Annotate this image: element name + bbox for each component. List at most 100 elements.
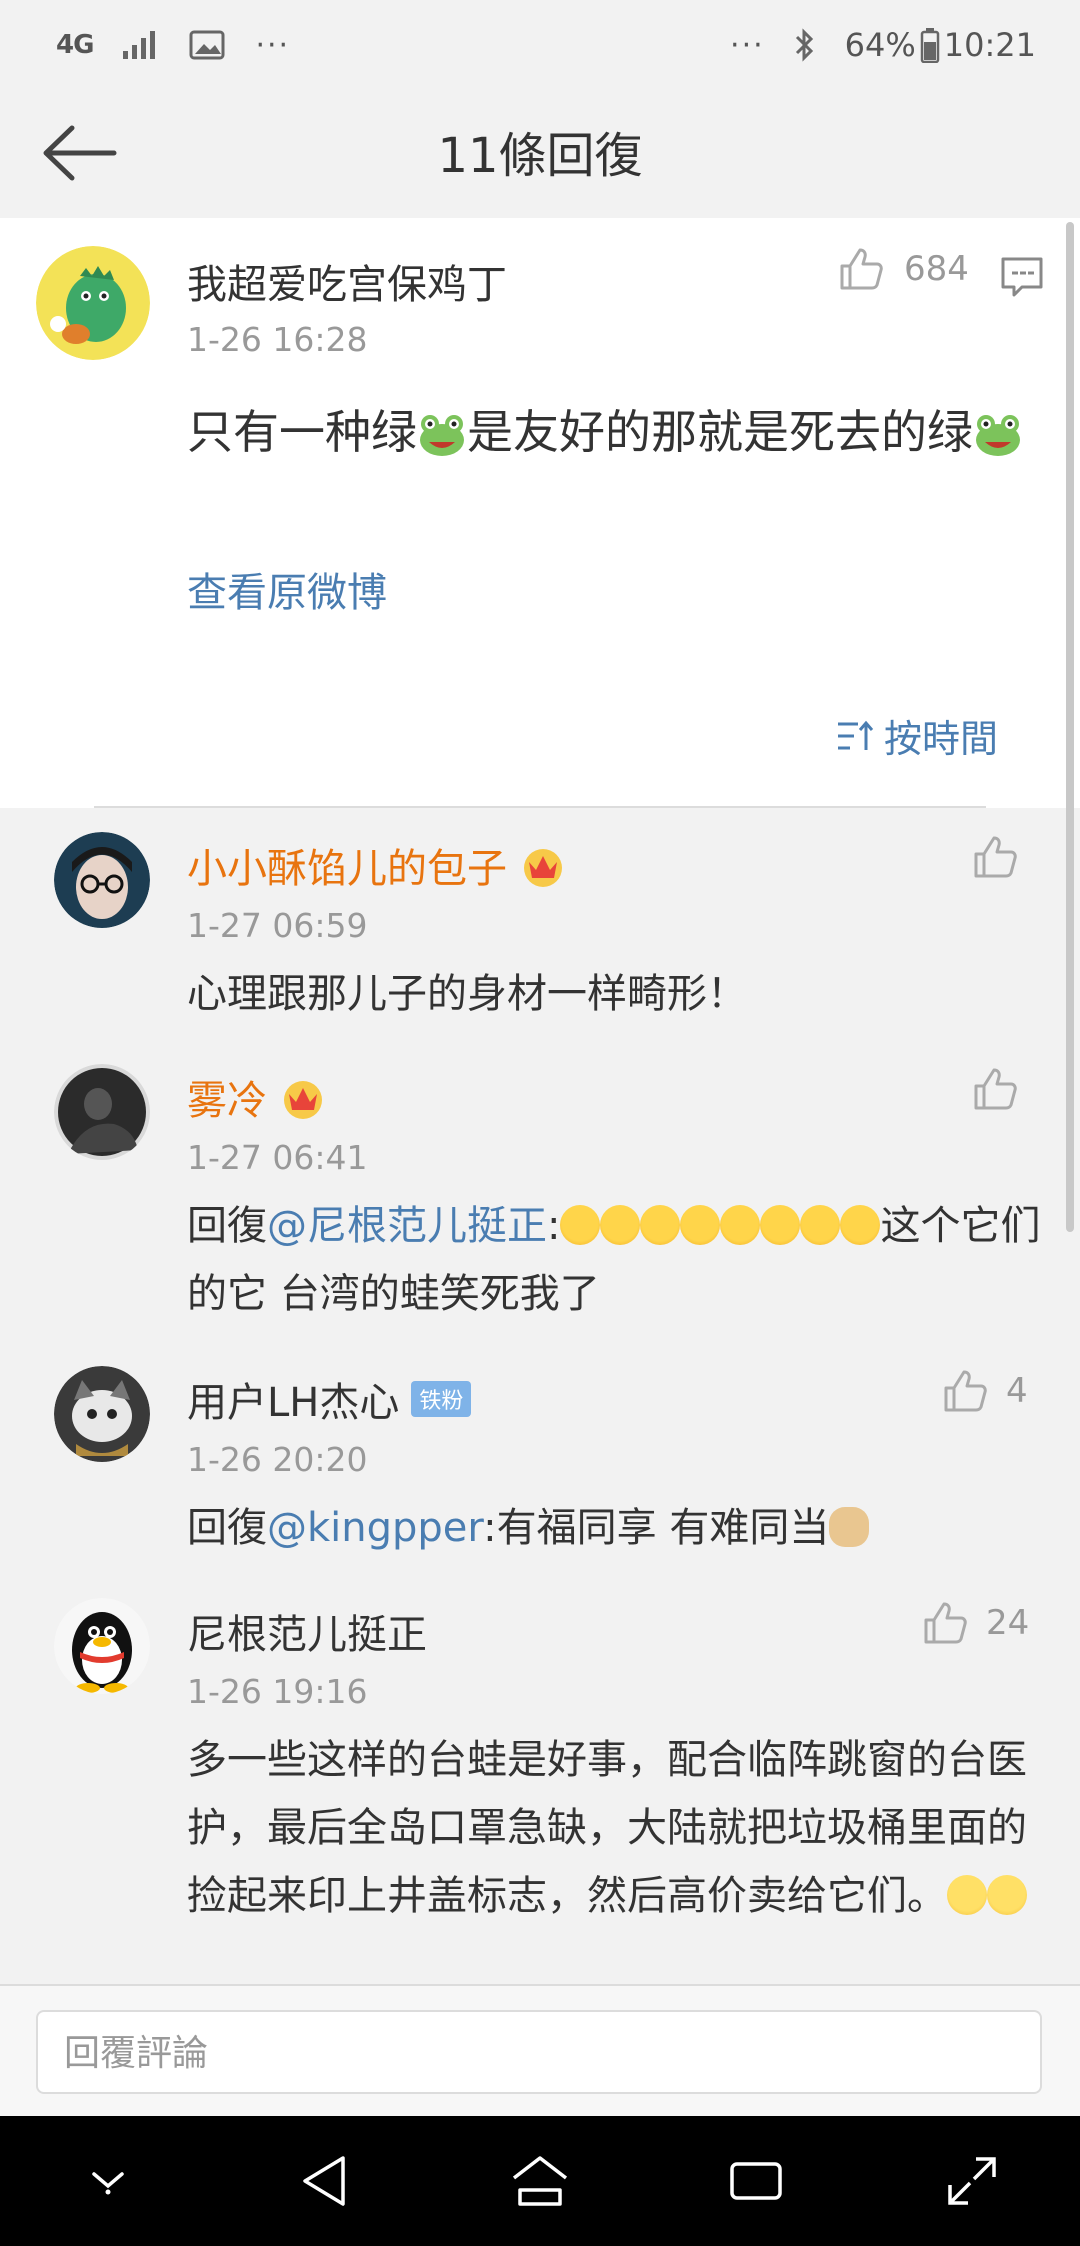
laughing-tears-emoji-icon: [760, 1205, 801, 1245]
post-author-name[interactable]: 我超爱吃宫保鸡丁: [187, 252, 507, 310]
avatar[interactable]: [54, 1064, 150, 1160]
more-notifications-icon: ···: [255, 27, 291, 63]
reply-author-name[interactable]: 小小酥馅儿的包子: [187, 836, 567, 894]
expand-nav-button[interactable]: [932, 2141, 1012, 2221]
clock: 10:21: [943, 26, 1036, 64]
sort-label: 按時間: [884, 717, 999, 761]
laughing-tears-emoji-icon: [560, 1205, 601, 1245]
reply-content: 回復@kingpper:有福同享 有难同当: [187, 1494, 1047, 1562]
signal-icon: [121, 29, 161, 61]
reply-time: 1-27 06:41: [187, 1138, 368, 1177]
reply-content: 多一些这样的台蛙是好事，配合临阵跳窗的台医护，最后全岛口罩急缺，大陆就把垃圾桶里…: [187, 1726, 1047, 1930]
post-text-part2: 是友好的那就是死去的绿: [467, 405, 973, 459]
post-like-count: 684: [904, 249, 969, 289]
penguin-avatar-image: [54, 1598, 150, 1694]
reply-item: 尼根范儿挺正 1-26 19:16 24 多一些这样的台蛙是好事，配合临阵跳窗的…: [0, 1574, 1080, 1984]
reply-prefix: 回復: [187, 1203, 267, 1249]
reply-prefix: 回復: [187, 1505, 267, 1551]
chevron-down-icon: [92, 2172, 124, 2195]
header: 11條回復: [0, 90, 1080, 220]
expand-icon: [948, 2157, 996, 2205]
post-text-part1: 只有一种绿: [187, 405, 417, 459]
smile-emoji-icon: [987, 1875, 1027, 1915]
mention-link[interactable]: @尼根范儿挺正: [267, 1203, 547, 1249]
avatar[interactable]: [54, 832, 150, 928]
main-post: 我超爱吃宫保鸡丁 1-26 16:28 684 只有一种绿 是友好的那就是死去的绿…: [0, 218, 1080, 808]
home-icon: [512, 2156, 568, 2206]
fan-badge: 铁粉: [411, 1381, 472, 1417]
reply-colon: :: [547, 1203, 561, 1249]
reply-author-text: 雾冷: [187, 1078, 267, 1124]
reply-like-button[interactable]: [972, 834, 1018, 880]
view-original-link[interactable]: 查看原微博: [187, 560, 387, 618]
cat-avatar-image: [54, 1366, 150, 1462]
thumbs-up-icon: [924, 1602, 967, 1644]
thumbs-up-icon: [974, 836, 1017, 878]
page-title: 11條回復: [437, 128, 643, 184]
laughing-tears-emoji-icon: [840, 1205, 881, 1245]
avatar[interactable]: [54, 1366, 150, 1462]
laughing-tears-emoji-icon: [600, 1205, 641, 1245]
laughing-tears-emoji-icon: [680, 1205, 721, 1245]
reply-time: 1-26 19:16: [187, 1672, 368, 1711]
frog-emoji-icon: [976, 415, 1020, 456]
hide-nav-button[interactable]: [68, 2141, 148, 2221]
reply-author-text: 小小酥馅儿的包子: [187, 846, 507, 892]
scrollbar[interactable]: [1066, 222, 1074, 1232]
dinosaur-avatar-image: [36, 246, 150, 360]
reply-author-name[interactable]: 雾冷: [187, 1068, 327, 1126]
post-content: 只有一种绿 是友好的那就是死去的绿: [187, 398, 1047, 466]
reply-time: 1-26 20:20: [187, 1440, 368, 1479]
vip-crown-icon: [284, 1081, 322, 1119]
home-nav-button[interactable]: [500, 2141, 580, 2221]
reply-author-name[interactable]: 用户LH杰心 铁粉: [187, 1370, 472, 1428]
thumbs-up-icon: [840, 248, 883, 290]
recents-icon: [730, 2162, 782, 2200]
reply-content: 心理跟那儿子的身材一样畸形！: [187, 971, 747, 1017]
system-nav-bar: [0, 2116, 1080, 2246]
bluetooth-icon: [793, 27, 817, 63]
reply-input-bar: 回覆評論: [0, 1984, 1080, 2118]
post-like-button[interactable]: 684: [838, 246, 969, 292]
thumbs-up-icon: [944, 1370, 987, 1412]
status-bar: 4G ··· ··· 64% 10:21: [0, 0, 1080, 90]
person-avatar-image: [54, 1064, 150, 1160]
screen: 4G ··· ··· 64% 10:21 11條回復 我超爱吃宫保鸡丁 1-26…: [0, 0, 1080, 2246]
battery-percent: 64%: [844, 26, 916, 64]
avatar[interactable]: [36, 246, 150, 360]
mention-link[interactable]: @kingpper: [267, 1505, 483, 1551]
reply-text: 多一些这样的台蛙是好事，配合临阵跳窗的台医护，最后全岛口罩急缺，大陆就把垃圾桶里…: [187, 1737, 1027, 1919]
reply-like-button[interactable]: 24: [922, 1600, 1029, 1646]
thumbs-up-icon: [974, 1068, 1017, 1110]
network-indicator: 4G: [56, 30, 94, 60]
comment-icon: [1001, 257, 1043, 297]
reply-author-name[interactable]: 尼根范儿挺正: [187, 1602, 427, 1660]
doge-emoji-icon: [829, 1507, 870, 1547]
reply-input[interactable]: 回覆評論: [36, 2010, 1042, 2094]
battery-icon: [920, 27, 940, 63]
reply-item: 用户LH杰心 铁粉 1-26 20:20 4 回復@kingpper:有福同享 有…: [0, 1342, 1080, 1576]
image-notification-icon: [189, 29, 227, 61]
laughing-tears-emoji-icon: [720, 1205, 761, 1245]
smile-emoji-icon: [947, 1875, 987, 1915]
avatar[interactable]: [54, 1598, 150, 1694]
reply-like-count: 4: [1006, 1371, 1028, 1411]
back-nav-button[interactable]: [284, 2141, 364, 2221]
laughing-tears-emoji-icon: [640, 1205, 681, 1245]
reply-button[interactable]: [1000, 256, 1044, 302]
reply-like-button[interactable]: [972, 1066, 1018, 1112]
reply-like-button[interactable]: 4: [942, 1368, 1028, 1414]
reply-content: 回復@尼根范儿挺正: 这个它们的它 台湾的蛙笑死我了: [187, 1192, 1047, 1328]
reply-item: 雾冷 1-27 06:41 回復@尼根范儿挺正: 这个它们的它 台湾的蛙笑死我了: [0, 1040, 1080, 1344]
reply-item: 小小酥馅儿的包子 1-27 06:59 心理跟那儿子的身材一样畸形！: [0, 808, 1080, 1042]
triangle-back-icon: [303, 2156, 345, 2206]
girl-avatar-image: [54, 832, 150, 928]
reply-text: :有福同享 有难同当: [483, 1505, 830, 1551]
reply-like-count: 24: [986, 1603, 1030, 1643]
sort-icon: [838, 720, 874, 750]
recents-nav-button[interactable]: [716, 2141, 796, 2221]
sort-by-time-button[interactable]: 按時間: [836, 708, 998, 763]
frog-emoji-icon: [420, 415, 464, 456]
reply-author-text: 用户LH杰心: [187, 1380, 400, 1426]
reply-time: 1-27 06:59: [187, 906, 368, 945]
